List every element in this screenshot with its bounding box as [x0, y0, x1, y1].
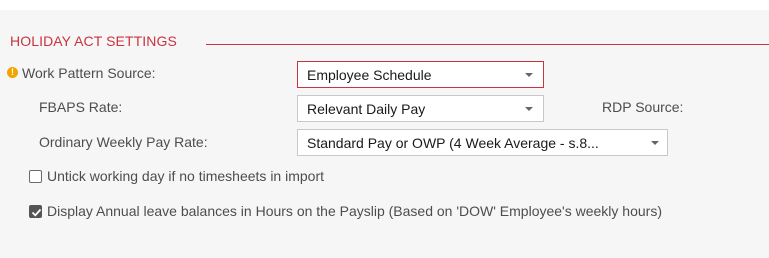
checkmark-icon [31, 208, 42, 217]
ordinary-weekly-pay-rate-label: Ordinary Weekly Pay Rate: [39, 134, 208, 150]
section-divider [206, 44, 769, 45]
work-pattern-source-select[interactable]: Employee Schedule [297, 61, 544, 88]
chevron-down-icon [525, 73, 533, 77]
ordinary-weekly-pay-rate-value: Standard Pay or OWP (4 Week Average - s.… [307, 135, 599, 151]
display-hours-checkbox[interactable] [29, 205, 42, 218]
ordinary-weekly-pay-rate-select[interactable]: Standard Pay or OWP (4 Week Average - s.… [297, 129, 668, 156]
work-pattern-source-value: Employee Schedule [307, 67, 432, 83]
chevron-down-icon [525, 107, 533, 111]
untick-working-day-label: Untick working day if no timesheets in i… [47, 168, 324, 184]
display-hours-label: Display Annual leave balances in Hours o… [47, 203, 662, 219]
fbaps-rate-select[interactable]: Relevant Daily Pay [297, 95, 544, 122]
section-title: HOLIDAY ACT SETTINGS [10, 33, 181, 49]
top-strip [0, 0, 769, 10]
work-pattern-source-label: Work Pattern Source: [22, 65, 156, 81]
fbaps-rate-label: FBAPS Rate: [39, 99, 123, 115]
holiday-act-settings-panel: HOLIDAY ACT SETTINGS ! Work Pattern Sour… [0, 0, 769, 258]
fbaps-rate-value: Relevant Daily Pay [307, 101, 426, 117]
untick-working-day-checkbox[interactable] [29, 170, 42, 183]
rdp-source-label: RDP Source: [602, 99, 684, 115]
warning-icon: ! [7, 67, 18, 78]
warning-icon-glyph: ! [11, 67, 14, 77]
chevron-down-icon [651, 141, 659, 145]
